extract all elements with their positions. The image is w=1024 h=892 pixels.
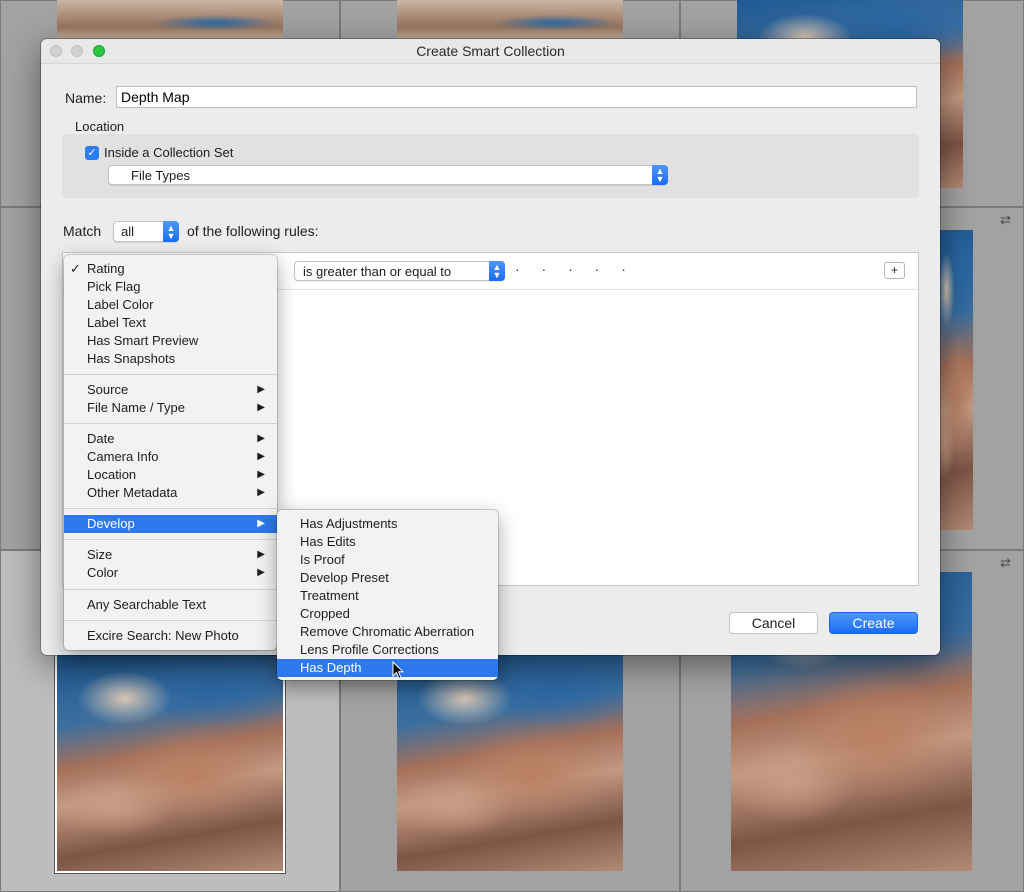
match-value: all <box>121 224 135 239</box>
menu-separator <box>64 423 277 424</box>
submenu-arrow-icon: ▶ <box>257 518 265 529</box>
title-bar: Create Smart Collection <box>41 39 940 64</box>
submenu-item-has-edits[interactable]: Has Edits <box>277 533 498 551</box>
select-stepper-icon: ▲ ▼ <box>163 221 179 242</box>
name-label: Name: <box>65 90 107 106</box>
menu-separator <box>64 539 277 540</box>
add-rule-button[interactable]: + <box>884 262 905 279</box>
photo-thumbnail-selected[interactable] <box>57 655 283 871</box>
create-button[interactable]: Create <box>829 612 918 634</box>
menu-item-has-smart-preview[interactable]: Has Smart Preview <box>64 332 277 350</box>
submenu-arrow-icon: ▶ <box>257 469 265 480</box>
mouse-pointer-icon <box>392 661 404 680</box>
submenu-item-has-adjustments[interactable]: Has Adjustments <box>277 515 498 533</box>
inside-collection-set-label: Inside a Collection Set <box>104 145 234 160</box>
submenu-arrow-icon: ▶ <box>257 487 265 498</box>
submenu-arrow-icon: ▶ <box>257 549 265 560</box>
menu-item-has-snapshots[interactable]: Has Snapshots <box>64 350 277 368</box>
rule-operator-value: is greater than or equal to <box>303 264 452 279</box>
submenu-arrow-icon: ▶ <box>257 567 265 578</box>
submenu-item-has-depth[interactable]: Has Depth <box>277 659 498 677</box>
submenu-arrow-icon: ▶ <box>257 384 265 395</box>
menu-item-label-color[interactable]: Label Color <box>64 296 277 314</box>
inside-collection-set-checkbox[interactable]: ✓ <box>85 146 99 160</box>
menu-separator <box>64 589 277 590</box>
name-input[interactable] <box>116 86 917 108</box>
menu-item-file-name-type[interactable]: File Name / Type ▶ <box>64 399 277 417</box>
collection-set-value: File Types <box>131 168 191 183</box>
submenu-item-cropped[interactable]: Cropped <box>277 605 498 623</box>
menu-item-size[interactable]: Size ▶ <box>64 546 277 564</box>
menu-separator <box>64 620 277 621</box>
photo-thumbnail[interactable] <box>397 655 623 871</box>
menu-item-color[interactable]: Color ▶ <box>64 564 277 582</box>
location-label: Location <box>75 119 125 134</box>
menu-item-source[interactable]: Source ▶ <box>64 381 277 399</box>
submenu-item-treatment[interactable]: Treatment <box>277 587 498 605</box>
match-suffix-label: of the following rules: <box>187 223 319 239</box>
rating-dots[interactable]: · · · · · <box>515 261 635 277</box>
submenu-item-remove-chromatic-aberration[interactable]: Remove Chromatic Aberration <box>277 623 498 641</box>
collection-set-select[interactable]: File Types ▲ ▼ <box>108 165 668 185</box>
submenu-item-is-proof[interactable]: Is Proof <box>277 551 498 569</box>
menu-item-date[interactable]: Date ▶ <box>64 430 277 448</box>
select-stepper-icon: ▲ ▼ <box>652 165 668 185</box>
submenu-item-lens-profile-corrections[interactable]: Lens Profile Corrections <box>277 641 498 659</box>
menu-separator <box>64 374 277 375</box>
menu-item-other-metadata[interactable]: Other Metadata ▶ <box>64 484 277 502</box>
develop-submenu: Has Adjustments Has Edits Is Proof Devel… <box>277 510 498 680</box>
cancel-button[interactable]: Cancel <box>729 612 818 634</box>
match-select[interactable]: all ▲ ▼ <box>113 221 179 242</box>
menu-item-pick-flag[interactable]: Pick Flag <box>64 278 277 296</box>
checkmark-icon: ✓ <box>70 261 81 276</box>
swap-icon[interactable]: ⇄ <box>1000 555 1011 571</box>
photo-thumbnail[interactable] <box>57 0 283 38</box>
criteria-menu: ✓ Rating Pick Flag Label Color Label Text… <box>64 255 277 650</box>
submenu-arrow-icon: ▶ <box>257 433 265 444</box>
menu-item-rating[interactable]: ✓ Rating <box>64 260 277 278</box>
menu-item-excire-search[interactable]: Excire Search: New Photo <box>64 627 277 645</box>
submenu-item-develop-preset[interactable]: Develop Preset <box>277 569 498 587</box>
rule-operator-select[interactable]: is greater than or equal to ▲ ▼ <box>294 261 505 281</box>
menu-item-develop[interactable]: Develop ▶ <box>64 515 277 533</box>
select-stepper-icon: ▲ ▼ <box>489 261 505 281</box>
menu-item-camera-info[interactable]: Camera Info ▶ <box>64 448 277 466</box>
dialog-title: Create Smart Collection <box>416 43 565 59</box>
submenu-arrow-icon: ▶ <box>257 402 265 413</box>
swap-icon[interactable]: ⇄ <box>1000 212 1011 228</box>
photo-thumbnail[interactable] <box>935 230 973 530</box>
submenu-arrow-icon: ▶ <box>257 451 265 462</box>
menu-item-label-text[interactable]: Label Text <box>64 314 277 332</box>
menu-item-location[interactable]: Location ▶ <box>64 466 277 484</box>
location-group: ✓ Inside a Collection Set File Types ▲ ▼ <box>62 134 919 198</box>
menu-separator <box>64 508 277 509</box>
match-label: Match <box>63 223 102 239</box>
menu-item-any-searchable-text[interactable]: Any Searchable Text <box>64 596 277 614</box>
photo-thumbnail[interactable] <box>397 0 623 38</box>
